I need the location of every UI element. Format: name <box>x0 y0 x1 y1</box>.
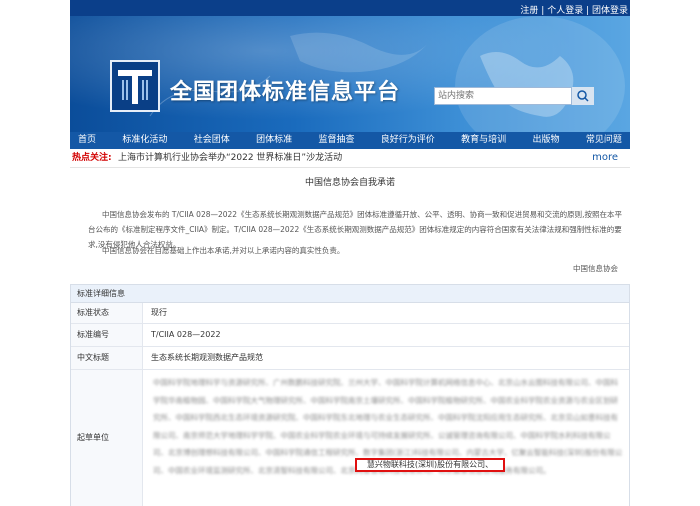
row-key: 标准状态 <box>71 303 143 323</box>
notice-signature: 中国信息协会 <box>573 264 618 273</box>
main-nav: 首页 标准化活动 社会团体 团体标准 监督抽查 良好行为评价 教育与培训 出版物… <box>70 132 630 149</box>
row-value: 现行 <box>151 308 167 317</box>
platform-logo[interactable] <box>110 60 160 112</box>
group-login-link[interactable]: 团体登录 <box>592 6 628 16</box>
nav-inspection[interactable]: 监督抽查 <box>318 132 354 149</box>
notice-paragraph-2: 中国信息协会在自愿基础上作出本承诺,并对以上承诺内容的真实性负责。 <box>102 246 345 255</box>
nav-home[interactable]: 首页 <box>78 132 96 149</box>
table-row: 标准编号 T/CIIA 028—2022 <box>71 324 629 347</box>
register-link[interactable]: 注册 <box>520 6 538 16</box>
page: 注册 | 个人登录 | 团体登录 全国团体标准信息平台 站内搜索 首页 标准化活… <box>0 0 700 506</box>
hot-news-bar: 热点关注: 上海市计算机行业协会举办“2022 世界标准日”沙龙活动 more <box>70 149 630 168</box>
table-row: 标准状态 现行 <box>71 303 629 324</box>
nav-evaluation[interactable]: 良好行为评价 <box>381 132 435 149</box>
nav-standards[interactable]: 团体标准 <box>256 132 292 149</box>
row-key: 标准编号 <box>71 324 143 346</box>
nav-activities[interactable]: 标准化活动 <box>122 132 167 149</box>
row-key: 起草单位 <box>71 370 143 506</box>
search-box <box>434 87 594 105</box>
nav-groups[interactable]: 社会团体 <box>194 132 230 149</box>
more-link[interactable]: more <box>592 149 618 167</box>
hot-news-link[interactable]: 上海市计算机行业协会举办“2022 世界标准日”沙龙活动 <box>118 149 342 167</box>
row-value: 生态系统长期观测数据产品规范 <box>151 353 263 362</box>
personal-login-link[interactable]: 个人登录 <box>547 6 583 16</box>
search-icon <box>577 90 589 102</box>
hot-label: 热点关注: <box>72 153 112 163</box>
notice-title: 中国信息协会自我承诺 <box>304 178 395 188</box>
highlighted-drafter: 慧兴物联科技(深圳)股份有限公司、 <box>355 458 505 472</box>
search-input[interactable] <box>438 89 564 103</box>
account-links: 注册 | 个人登录 | 团体登录 <box>520 6 628 16</box>
table-row: 起草单位 中国科学院地理科学与资源研究所、广州数鹏科技研究院、兰州大学、中国科学… <box>71 370 629 506</box>
site-title: 全国团体标准信息平台 <box>170 80 401 105</box>
standard-details-table: 标准详细信息 标准状态 现行 标准编号 T/CIIA 028—2022 中文标题… <box>70 284 630 506</box>
search-button[interactable] <box>571 87 594 105</box>
top-bar: 注册 | 个人登录 | 团体登录 <box>70 0 630 16</box>
t-logo-icon <box>118 70 152 104</box>
row-key: 中文标题 <box>71 347 143 369</box>
table-row: 中文标题 生态系统长期观测数据产品规范 <box>71 347 629 370</box>
nav-publications[interactable]: 出版物 <box>533 132 560 149</box>
banner: 全国团体标准信息平台 <box>70 16 630 132</box>
nav-training[interactable]: 教育与培训 <box>461 132 506 149</box>
nav-faq[interactable]: 常见问题 <box>586 132 622 149</box>
table-header: 标准详细信息 <box>71 285 629 303</box>
row-value: 中国科学院地理科学与资源研究所、广州数鹏科技研究院、兰州大学、中国科学院计算机网… <box>143 370 629 506</box>
row-value: T/CIIA 028—2022 <box>151 330 221 339</box>
drafter-list: 中国科学院地理科学与资源研究所、广州数鹏科技研究院、兰州大学、中国科学院计算机网… <box>151 370 629 479</box>
